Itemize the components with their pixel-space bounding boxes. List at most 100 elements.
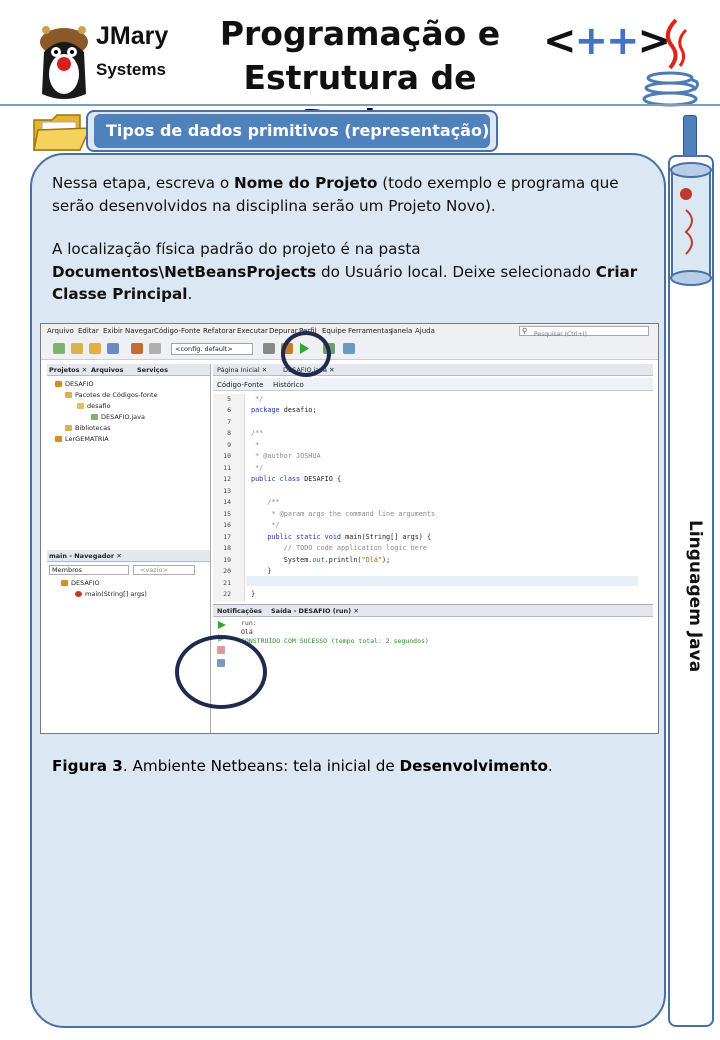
- menu-item[interactable]: Janela: [391, 327, 412, 335]
- menu-item[interactable]: Ferramentas: [348, 327, 392, 335]
- project-icon: [55, 436, 62, 442]
- ide-menubar: Arquivo Editar Exibir Navegar Código-Fon…: [41, 324, 658, 338]
- figure-caption: Figura 3. Ambiente Netbeans: tela inicia…: [52, 755, 642, 777]
- tab-navigator[interactable]: main - Navegador ✕: [49, 552, 122, 560]
- output-line: CONSTRUÍDO COM SUCESSO (tempo total: 2 s…: [241, 637, 429, 645]
- line-number: 21: [223, 579, 231, 587]
- tree-libraries[interactable]: Bibliotecas: [65, 424, 110, 432]
- tab-files[interactable]: Arquivos: [91, 366, 123, 374]
- tree-project[interactable]: DESAFIO: [55, 380, 94, 388]
- tree-label: DESAFIO: [65, 380, 94, 388]
- navigator-class[interactable]: DESAFIO: [61, 579, 100, 587]
- tree-source-packages[interactable]: Pacotes de Códigos-fonte: [65, 391, 158, 399]
- new-project-icon[interactable]: [71, 343, 83, 354]
- editor-tabs: Página Inicial ✕ DESAFIO.java ✕: [213, 364, 653, 376]
- code-line: }: [251, 590, 256, 598]
- tree-label: DESAFIO: [71, 579, 100, 587]
- package-folder-icon: [65, 392, 72, 398]
- undo-icon[interactable]: [131, 343, 143, 354]
- navigator-members-select[interactable]: Membros: [49, 565, 129, 575]
- tree-package[interactable]: desafio: [77, 402, 111, 410]
- rerun-icon[interactable]: [217, 620, 227, 630]
- tab-projects[interactable]: Projetos ✕: [49, 366, 87, 374]
- line-number: 14: [223, 498, 231, 506]
- navigator-filter-select[interactable]: <vazio>: [133, 565, 195, 575]
- paragraph-project-location: A localização física padrão do projeto é…: [52, 238, 642, 306]
- menu-item[interactable]: Código-Fonte: [154, 327, 201, 335]
- paragraph-project-name: Nessa etapa, escreva o Nome do Projeto (…: [52, 172, 642, 217]
- menu-item[interactable]: Navegar: [125, 327, 155, 335]
- tab-start-page[interactable]: Página Inicial ✕: [217, 366, 267, 374]
- code-line: */: [251, 521, 280, 529]
- menu-item[interactable]: Equipe: [322, 327, 346, 335]
- tab-services[interactable]: Serviços: [137, 366, 168, 374]
- editor-toolbar: Código-Fonte Histórico: [213, 378, 653, 391]
- bold-text: Nome do Projeto: [233, 174, 378, 192]
- mascot-icon: [40, 26, 88, 99]
- jmary-logo: JMary Systems: [34, 12, 184, 102]
- line-number: 10: [223, 452, 231, 460]
- ide-search-input[interactable]: ⚲ Pesquisar (Ctrl+I): [519, 326, 649, 338]
- menu-item[interactable]: Editar: [78, 327, 99, 335]
- line-number: 5: [227, 395, 231, 403]
- highlight-circle-run: [281, 331, 331, 377]
- side-label: Linguagem Java: [685, 520, 705, 673]
- method-icon: [75, 591, 82, 597]
- tab-output-run[interactable]: Saída - DESAFIO (run) ✕: [271, 607, 359, 615]
- line-number: 8: [227, 429, 231, 437]
- code-editor: Página Inicial ✕ DESAFIO.java ✕ Código-F…: [213, 364, 653, 602]
- code-text: main(String[] args) {: [341, 533, 432, 541]
- current-line-highlight: [246, 576, 638, 586]
- tree-label: main(String[] args): [85, 590, 147, 598]
- section-title: Tipos de dados primitivos (representação…: [94, 114, 490, 148]
- keyword: public static void: [251, 533, 342, 541]
- menu-item[interactable]: Refatorar: [203, 327, 236, 335]
- keyword: package: [251, 406, 280, 414]
- highlight-circle-output: [175, 635, 267, 709]
- text: . Ambiente Netbeans: tela inicial de: [122, 757, 400, 775]
- hammer-icon[interactable]: [263, 343, 275, 354]
- new-file-icon[interactable]: [53, 343, 65, 354]
- menu-item[interactable]: Ajuda: [415, 327, 435, 335]
- redo-icon[interactable]: [149, 343, 161, 354]
- tree-java-file[interactable]: DESAFIO.java: [91, 413, 145, 421]
- tab-source[interactable]: Código-Fonte: [217, 381, 264, 389]
- code-text: System.: [251, 556, 313, 564]
- open-project-icon[interactable]: [89, 343, 101, 354]
- code-line: */: [251, 464, 264, 472]
- cpp-plus: ++: [574, 18, 640, 64]
- scroll-icon: [670, 162, 712, 286]
- tab-history[interactable]: Histórico: [273, 381, 304, 389]
- bold-text: Documentos\NetBeansProjects: [52, 262, 317, 281]
- line-number: 7: [227, 418, 231, 426]
- code-text: desafio;: [279, 406, 317, 414]
- code-line: /**: [251, 429, 264, 437]
- bold-text: Figura 3: [52, 757, 123, 775]
- line-number: 17: [223, 533, 231, 541]
- menu-item[interactable]: Executar: [237, 327, 268, 335]
- profile-icon[interactable]: [343, 343, 355, 354]
- line-number: 19: [223, 556, 231, 564]
- navigator-method[interactable]: main(String[] args): [75, 590, 147, 598]
- code-line: System.out.println("Olá");: [251, 556, 390, 564]
- line-number: 22: [223, 590, 231, 598]
- line-number: 16: [223, 521, 231, 529]
- code-text: DESAFIO {: [300, 475, 342, 483]
- java-logo-icon: [642, 18, 699, 107]
- menu-item[interactable]: Arquivo: [47, 327, 74, 335]
- code-line: public class DESAFIO {: [251, 475, 341, 483]
- header-divider: [0, 104, 720, 106]
- page-title-line1: Programação e: [219, 14, 501, 53]
- tree-project-2[interactable]: LerGEMATRIA: [55, 435, 109, 443]
- keyword: public class: [251, 475, 301, 483]
- code-line: }: [251, 567, 272, 575]
- tab-notifications[interactable]: Notificações: [217, 607, 262, 615]
- config-select[interactable]: <config. default>: [171, 343, 253, 355]
- output-window: Notificações Saída - DESAFIO (run) ✕ run…: [213, 604, 653, 733]
- menu-item[interactable]: Exibir: [103, 327, 123, 335]
- save-all-icon[interactable]: [107, 343, 119, 354]
- code-field: out: [312, 556, 325, 564]
- text: A localização física padrão do projeto é…: [52, 240, 421, 258]
- code-line: // TODO code application logic here: [251, 544, 427, 552]
- tree-label: LerGEMATRIA: [65, 435, 109, 443]
